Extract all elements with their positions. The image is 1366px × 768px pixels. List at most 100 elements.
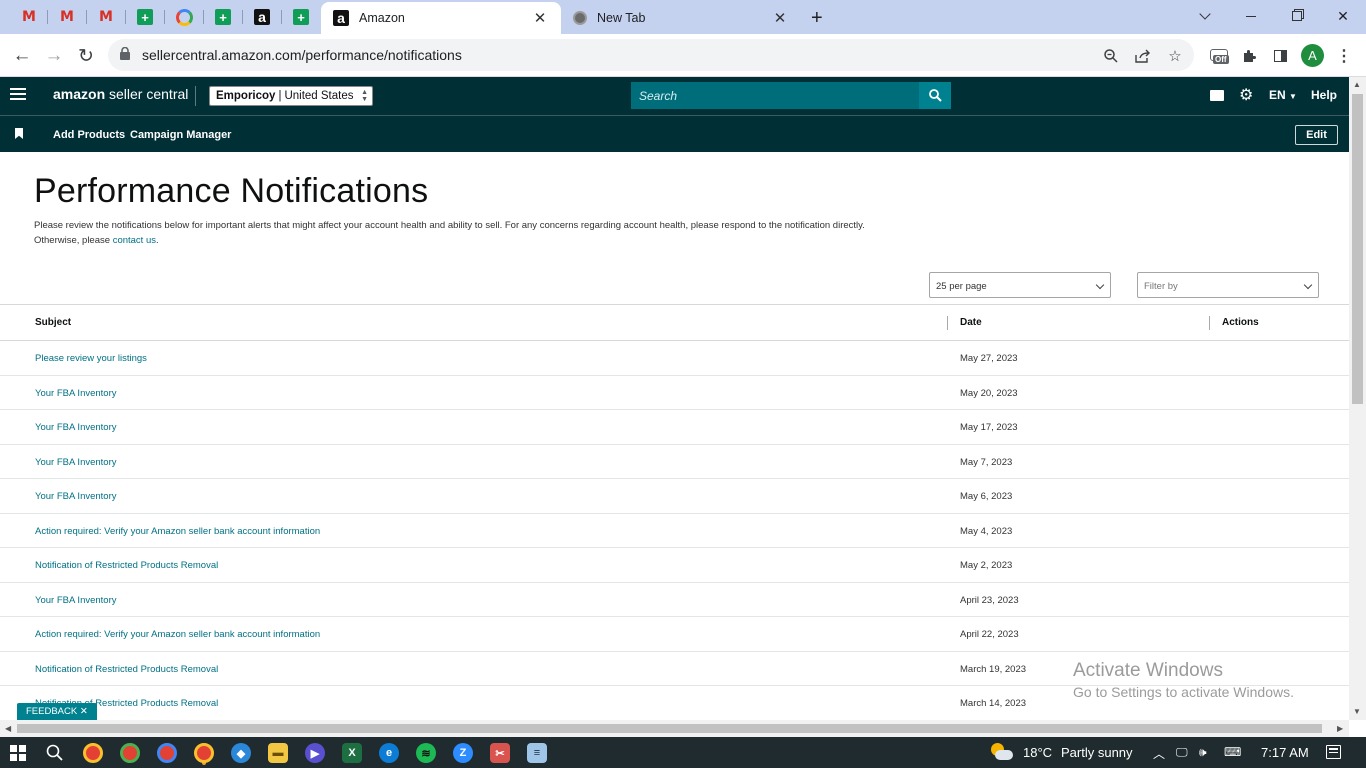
- weather-temp[interactable]: 18°C: [1023, 745, 1052, 760]
- horizontal-scrollbar[interactable]: ◀ ▶: [0, 720, 1349, 737]
- close-icon[interactable]: ✕: [531, 9, 549, 27]
- feedback-button[interactable]: FEEDBACK ✕: [17, 703, 97, 720]
- weather-text[interactable]: Partly sunny: [1061, 745, 1133, 760]
- scroll-down-arrow-icon[interactable]: ▼: [1353, 707, 1361, 716]
- notification-subject-link[interactable]: Your FBA Inventory: [35, 388, 117, 399]
- pinned-tab-gmail[interactable]: M: [10, 5, 48, 29]
- pinned-tab-amazon[interactable]: a: [243, 5, 281, 29]
- address-bar[interactable]: sellercentral.amazon.com/performance/not…: [108, 39, 1194, 71]
- chrome-icon[interactable]: [83, 743, 103, 763]
- side-panel-icon[interactable]: [1267, 43, 1293, 69]
- forward-button[interactable]: →: [40, 42, 68, 70]
- chrome-icon[interactable]: [194, 743, 214, 763]
- contact-us-link[interactable]: contact us: [113, 235, 156, 246]
- table-row[interactable]: Your FBA Inventory May 6, 2023: [0, 479, 1349, 514]
- keyboard-icon[interactable]: ⌨: [1224, 745, 1241, 759]
- share-icon[interactable]: [1132, 45, 1154, 67]
- restore-button[interactable]: [1274, 0, 1320, 32]
- notification-subject-link[interactable]: Notification of Restricted Products Remo…: [35, 560, 218, 571]
- back-button[interactable]: ←: [8, 42, 36, 70]
- hamburger-menu-icon[interactable]: [10, 88, 26, 104]
- table-row[interactable]: Action required: Verify your Amazon sell…: [0, 617, 1349, 652]
- volume-icon[interactable]: 🕪: [1199, 745, 1207, 760]
- media-player-icon[interactable]: ▶: [305, 743, 325, 763]
- snipping-tool-icon[interactable]: ✂: [490, 743, 510, 763]
- clock-time[interactable]: 7:17 AM: [1261, 745, 1309, 760]
- table-row[interactable]: Notification of Restricted Products Remo…: [0, 548, 1349, 583]
- table-row[interactable]: Your FBA Inventory April 23, 2023: [0, 583, 1349, 617]
- notification-subject-link[interactable]: Action required: Verify your Amazon sell…: [35, 629, 320, 640]
- edge-icon[interactable]: e: [379, 743, 399, 763]
- app-icon[interactable]: ◆: [231, 743, 251, 763]
- pinned-tab-gmail[interactable]: M: [87, 5, 125, 29]
- pinned-tab-sheets[interactable]: +: [126, 5, 164, 29]
- chrome-icon[interactable]: [120, 743, 140, 763]
- column-header-date[interactable]: Date: [960, 317, 982, 328]
- table-row[interactable]: Please review your listings May 27, 2023: [0, 341, 1349, 376]
- notification-subject-link[interactable]: Please review your listings: [35, 353, 147, 364]
- column-header-subject[interactable]: Subject: [35, 317, 71, 328]
- notification-subject-link[interactable]: Your FBA Inventory: [35, 491, 117, 502]
- scroll-right-arrow-icon[interactable]: ▶: [1337, 724, 1343, 733]
- scroll-up-arrow-icon[interactable]: ▲: [1353, 80, 1361, 89]
- tab-search-button[interactable]: [1182, 0, 1228, 32]
- windows-start-icon[interactable]: [10, 745, 26, 761]
- language-selector[interactable]: EN ▼: [1269, 88, 1297, 102]
- notification-subject-link[interactable]: Your FBA Inventory: [35, 457, 117, 468]
- more-menu-icon[interactable]: ⋮: [1331, 43, 1357, 69]
- pinned-tab-google[interactable]: [165, 5, 203, 29]
- notification-subject-link[interactable]: Notification of Restricted Products Remo…: [35, 664, 218, 675]
- notepad-icon[interactable]: ≡: [527, 743, 547, 763]
- bookmark-star-icon[interactable]: ☆: [1164, 45, 1186, 67]
- close-icon[interactable]: ✕: [80, 706, 88, 717]
- gear-icon[interactable]: ⚙: [1239, 88, 1253, 104]
- tab-amazon[interactable]: a Amazon ✕: [321, 2, 561, 34]
- zoom-icon[interactable]: [1100, 45, 1122, 67]
- chevron-up-icon[interactable]: ︿: [1153, 745, 1165, 762]
- chrome-icon[interactable]: [157, 743, 177, 763]
- search-icon[interactable]: [46, 744, 64, 762]
- table-row[interactable]: Action required: Verify your Amazon sell…: [0, 514, 1349, 548]
- reload-button[interactable]: ↻: [72, 42, 100, 70]
- search-button[interactable]: [919, 82, 951, 109]
- scrollbar-thumb[interactable]: [1352, 94, 1363, 404]
- spotify-icon[interactable]: ≋: [416, 743, 436, 763]
- close-icon[interactable]: ✕: [771, 9, 789, 27]
- edit-button[interactable]: Edit: [1295, 125, 1338, 145]
- notifications-icon[interactable]: [1326, 745, 1341, 759]
- table-row[interactable]: Your FBA Inventory May 20, 2023: [0, 376, 1349, 410]
- account-switcher[interactable]: Emporiсoy | United States ▲ ▼: [209, 86, 373, 106]
- per-page-select[interactable]: 25 per page: [929, 272, 1111, 298]
- subnav-link-campaign-manager[interactable]: Campaign Manager: [130, 129, 231, 141]
- new-tab-button[interactable]: +: [806, 2, 836, 34]
- pinned-tab-sheets[interactable]: +: [204, 5, 242, 29]
- profile-avatar[interactable]: A: [1301, 44, 1324, 67]
- minimize-button[interactable]: [1228, 0, 1274, 32]
- network-icon[interactable]: 🖵: [1176, 745, 1188, 760]
- pinned-tab-sheets[interactable]: +: [282, 5, 320, 29]
- tab-new-tab[interactable]: New Tab ✕: [561, 2, 801, 34]
- vertical-scrollbar[interactable]: ▲ ▼: [1349, 77, 1366, 720]
- weather-icon[interactable]: [989, 742, 1013, 762]
- filter-select[interactable]: Filter by: [1137, 272, 1319, 298]
- table-row[interactable]: Your FBA Inventory May 17, 2023: [0, 410, 1349, 445]
- excel-icon[interactable]: X: [342, 743, 362, 763]
- scrollbar-thumb[interactable]: [17, 724, 1322, 733]
- bookmark-icon[interactable]: [15, 128, 23, 139]
- pinned-tab-gmail[interactable]: M: [48, 5, 86, 29]
- file-explorer-icon[interactable]: ▬: [268, 743, 288, 763]
- mail-icon[interactable]: [1210, 90, 1224, 101]
- extensions-puzzle-icon[interactable]: [1236, 43, 1262, 69]
- zoom-app-icon[interactable]: Z: [453, 743, 473, 763]
- notification-subject-link[interactable]: Your FBA Inventory: [35, 422, 117, 433]
- notification-subject-link[interactable]: Action required: Verify your Amazon sell…: [35, 526, 320, 537]
- subnav-link-add-products[interactable]: Add Products: [53, 129, 125, 141]
- notification-subject-link[interactable]: Your FBA Inventory: [35, 595, 117, 606]
- search-input[interactable]: Search: [631, 82, 919, 109]
- extension-off-icon[interactable]: Off: [1206, 43, 1234, 69]
- table-row[interactable]: Your FBA Inventory May 7, 2023: [0, 445, 1349, 479]
- seller-central-logo[interactable]: amazon seller central: [53, 86, 188, 102]
- help-link[interactable]: Help: [1311, 88, 1337, 102]
- scroll-left-arrow-icon[interactable]: ◀: [5, 724, 11, 733]
- close-window-button[interactable]: ✕: [1320, 0, 1366, 32]
